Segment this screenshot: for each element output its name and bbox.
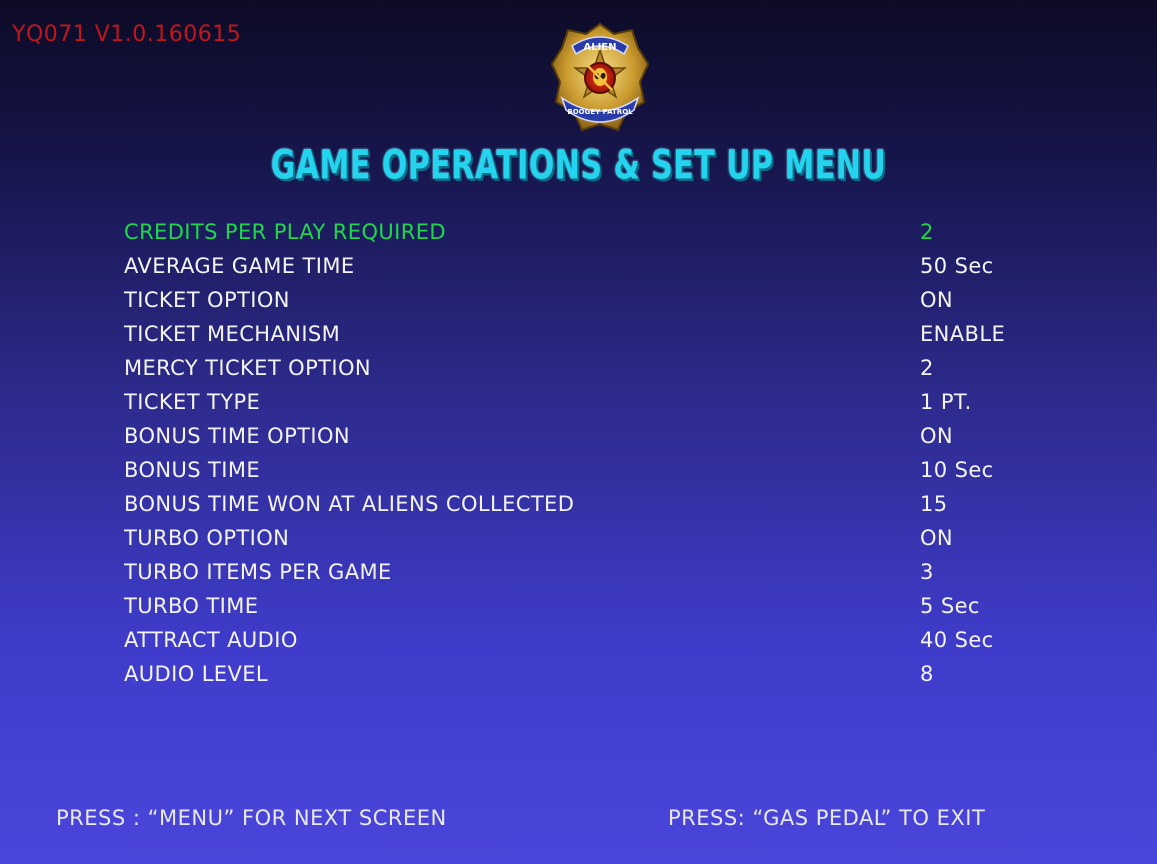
setting-row-mercy-ticket-option[interactable]: MERCY TICKET OPTION 2: [0, 356, 1157, 390]
setting-label: TICKET OPTION: [124, 288, 290, 312]
setting-row-turbo-option[interactable]: TURBO OPTION ON: [0, 526, 1157, 560]
setting-label: AUDIO LEVEL: [124, 662, 269, 686]
setting-value: 5 Sec: [920, 594, 980, 618]
setting-label: BONUS TIME OPTION: [124, 424, 350, 448]
setting-label: ATTRACT AUDIO: [124, 628, 298, 652]
setting-label: TICKET TYPE: [124, 390, 261, 414]
setting-label: CREDITS PER PLAY REQUIRED: [124, 220, 446, 244]
gas-pedal-exit-hint: PRESS: “GAS PEDAL” TO EXIT: [668, 806, 986, 830]
setting-label: TURBO ITEMS PER GAME: [124, 560, 392, 584]
setting-label: TURBO TIME: [124, 594, 259, 618]
setting-value: ON: [920, 288, 954, 312]
menu-next-screen-hint: PRESS : “MENU” FOR NEXT SCREEN: [56, 806, 447, 830]
setting-value: 2: [920, 356, 934, 380]
setting-row-bonus-time-option[interactable]: BONUS TIME OPTION ON: [0, 424, 1157, 458]
setting-row-ticket-type[interactable]: TICKET TYPE 1 PT.: [0, 390, 1157, 424]
setting-value: 50 Sec: [920, 254, 994, 278]
setting-value: ENABLE: [920, 322, 1006, 346]
setting-value: 40 Sec: [920, 628, 994, 652]
setting-label: AVERAGE GAME TIME: [124, 254, 355, 278]
setting-value: 10 Sec: [920, 458, 994, 482]
setting-row-average-game-time[interactable]: AVERAGE GAME TIME 50 Sec: [0, 254, 1157, 288]
settings-list: CREDITS PER PLAY REQUIRED 2 AVERAGE GAME…: [0, 0, 1157, 864]
setting-value: ON: [920, 424, 954, 448]
setting-row-credits-per-play[interactable]: CREDITS PER PLAY REQUIRED 2: [0, 220, 1157, 254]
setting-label: MERCY TICKET OPTION: [124, 356, 372, 380]
setting-label: BONUS TIME: [124, 458, 261, 482]
setting-label: BONUS TIME WON AT ALIENS COLLECTED: [124, 492, 575, 516]
setting-value: 3: [920, 560, 934, 584]
setting-value: ON: [920, 526, 954, 550]
setting-value: 15: [920, 492, 948, 516]
setting-row-audio-level[interactable]: AUDIO LEVEL 8: [0, 662, 1157, 696]
setting-label: TURBO OPTION: [124, 526, 290, 550]
setting-row-turbo-time[interactable]: TURBO TIME 5 Sec: [0, 594, 1157, 628]
setting-value: 8: [920, 662, 934, 686]
setting-row-turbo-items-per-game[interactable]: TURBO ITEMS PER GAME 3: [0, 560, 1157, 594]
setting-row-ticket-option[interactable]: TICKET OPTION ON: [0, 288, 1157, 322]
setting-row-attract-audio[interactable]: ATTRACT AUDIO 40 Sec: [0, 628, 1157, 662]
setting-value: 2: [920, 220, 934, 244]
setting-value: 1 PT.: [920, 390, 972, 414]
setting-row-bonus-time-won[interactable]: BONUS TIME WON AT ALIENS COLLECTED 15: [0, 492, 1157, 526]
setting-label: TICKET MECHANISM: [124, 322, 341, 346]
setting-row-ticket-mechanism[interactable]: TICKET MECHANISM ENABLE: [0, 322, 1157, 356]
setting-row-bonus-time[interactable]: BONUS TIME 10 Sec: [0, 458, 1157, 492]
